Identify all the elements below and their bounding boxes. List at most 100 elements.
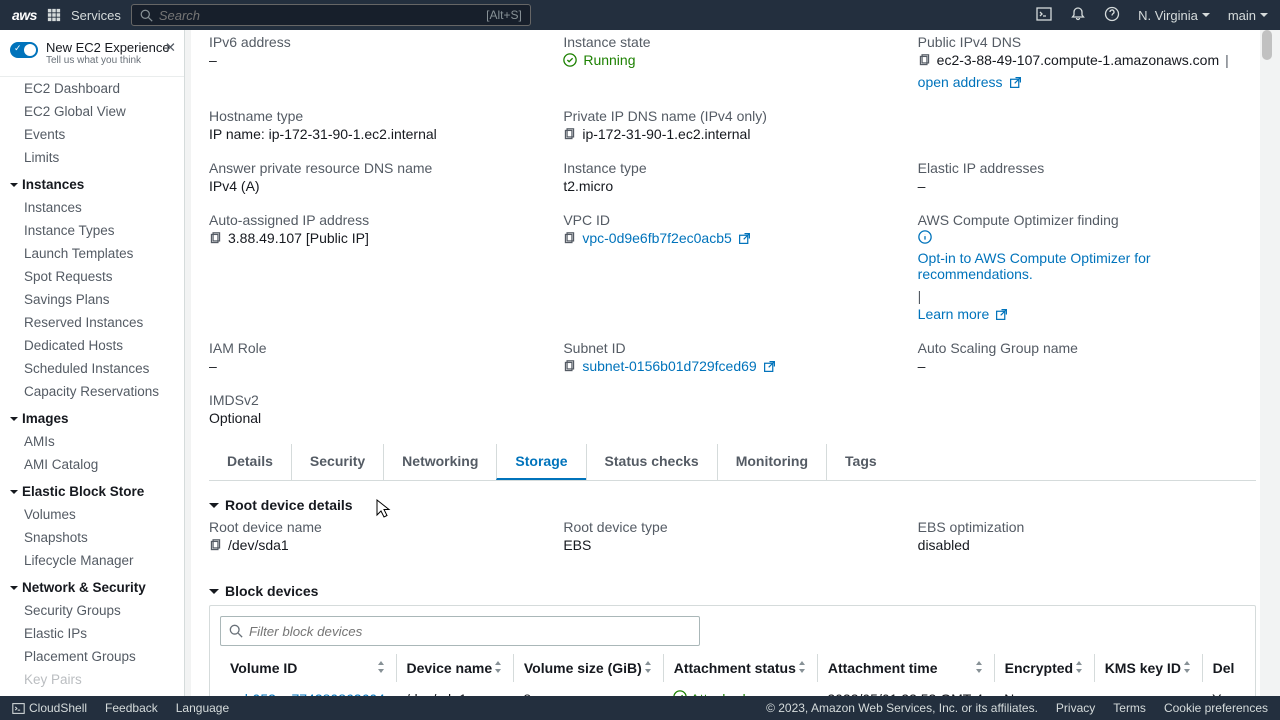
col-encrypted[interactable]: Encrypted [994,654,1094,682]
sidebar-item-snapshots[interactable]: Snapshots [0,526,184,549]
sidebar-item-events[interactable]: Events [0,123,184,146]
col-kms[interactable]: KMS key ID [1094,654,1202,682]
col-volume-size[interactable]: Volume size (GiB) [513,654,663,682]
tab-networking[interactable]: Networking [383,444,496,480]
tab-monitoring[interactable]: Monitoring [717,444,826,480]
chevron-down-icon [209,589,219,599]
copy-icon[interactable] [563,128,576,141]
notifications-icon[interactable] [1070,6,1086,25]
aws-logo[interactable]: aws [12,7,37,23]
region-selector[interactable]: N. Virginia [1138,8,1210,23]
block-devices-header[interactable]: Block devices [209,577,1256,605]
eip-label: Elastic IP addresses [918,160,1256,176]
col-delete-on-term[interactable]: Del [1202,654,1245,682]
sidebar-item-scheduled-instances[interactable]: Scheduled Instances [0,357,184,380]
cell-kms: – [1094,682,1202,696]
sidebar-item-global-view[interactable]: EC2 Global View [0,100,184,123]
sidebar-item-lifecycle-manager[interactable]: Lifecycle Manager [0,549,184,572]
sidebar-item-limits[interactable]: Limits [0,146,184,169]
block-devices-filter[interactable] [220,616,700,646]
state-value: Running [583,52,635,68]
vpc-link[interactable]: vpc-0d9e6fb7f2ec0acb5 [582,230,731,246]
eip-value: – [918,178,1256,194]
sidebar-item-volumes[interactable]: Volumes [0,503,184,526]
type-label: Instance type [563,160,901,176]
vertical-scrollbar[interactable] [1260,30,1274,696]
services-grid-icon[interactable] [47,8,61,22]
sidebar-item-savings-plans[interactable]: Savings Plans [0,288,184,311]
cell-time: 2023/05/01 23:53 GMT-4 [817,682,994,696]
ipv6-value: – [209,52,547,68]
privdns-value: ip-172-31-90-1.ec2.internal [582,126,750,142]
co-link[interactable]: Opt-in to AWS Compute Optimizer for reco… [918,250,1256,282]
cell-size: 8 [513,682,663,696]
cloudshell-link[interactable]: CloudShell [12,701,87,715]
sidebar-item-launch-templates[interactable]: Launch Templates [0,242,184,265]
close-icon[interactable]: ✕ [165,40,176,56]
sidebar-item-security-groups[interactable]: Security Groups [0,599,184,622]
language-link[interactable]: Language [176,701,229,715]
help-icon[interactable] [1104,6,1120,25]
tab-status-checks[interactable]: Status checks [586,444,717,480]
search-shortcut: [Alt+S] [486,8,522,22]
tab-security[interactable]: Security [291,444,383,480]
copy-icon[interactable] [563,232,576,245]
cookie-prefs-link[interactable]: Cookie preferences [1164,701,1268,715]
sidebar-item-key-pairs[interactable]: Key Pairs [0,668,184,691]
learn-more-link[interactable]: Learn more [918,306,990,322]
new-experience-toggle[interactable]: ✓ [10,42,38,58]
col-device-name[interactable]: Device name [396,654,513,682]
tab-storage[interactable]: Storage [496,444,585,480]
tab-tags[interactable]: Tags [826,444,895,480]
tab-details[interactable]: Details [209,444,291,480]
col-attach-status[interactable]: Attachment status [663,654,817,682]
sidebar-item-elastic-ips[interactable]: Elastic IPs [0,622,184,645]
sidebar-section-images[interactable]: Images [0,403,184,430]
type-value: t2.micro [563,178,901,194]
sidebar-item-capacity-reservations[interactable]: Capacity Reservations [0,380,184,403]
sidebar-item-dashboard[interactable]: EC2 Dashboard [0,77,184,100]
sidebar-item-spot-requests[interactable]: Spot Requests [0,265,184,288]
sidebar-item-placement-groups[interactable]: Placement Groups [0,645,184,668]
col-attach-time[interactable]: Attachment time [817,654,994,682]
copy-icon[interactable] [209,232,222,245]
copy-icon[interactable] [209,539,222,552]
feedback-link[interactable]: Feedback [105,701,158,715]
sidebar-item-ami-catalog[interactable]: AMI Catalog [0,453,184,476]
col-volume-id[interactable]: Volume ID [220,654,396,682]
sidebar-item-dedicated-hosts[interactable]: Dedicated Hosts [0,334,184,357]
search-input[interactable] [159,8,486,23]
copy-icon[interactable] [563,360,576,373]
ans-value: IPv4 (A) [209,178,547,194]
external-link-icon [738,232,751,245]
sidebar-section-instances[interactable]: Instances [0,169,184,196]
block-filter-input[interactable] [249,624,691,639]
sidebar-item-instances[interactable]: Instances [0,196,184,219]
ans-label: Answer private resource DNS name [209,160,547,176]
root-type-value: EBS [563,537,901,553]
copyright-text: © 2023, Amazon Web Services, Inc. or its… [766,701,1038,715]
sidebar-item-instance-types[interactable]: Instance Types [0,219,184,242]
copy-icon[interactable] [918,54,931,67]
sidebar-section-network-security[interactable]: Network & Security [0,572,184,599]
cloudshell-icon[interactable] [1036,6,1052,25]
terms-link[interactable]: Terms [1113,701,1146,715]
sidebar-item-reserved-instances[interactable]: Reserved Instances [0,311,184,334]
global-search[interactable]: [Alt+S] [131,4,531,26]
open-address-link[interactable]: open address [918,74,1003,90]
privdns-label: Private IP DNS name (IPv4 only) [563,108,901,124]
root-device-header[interactable]: Root device details [209,491,1256,519]
privacy-link[interactable]: Privacy [1056,701,1095,715]
subnet-link[interactable]: subnet-0156b01d729fced69 [582,358,756,374]
sidebar-section-ebs[interactable]: Elastic Block Store [0,476,184,503]
sidebar: ✓ New EC2 Experience Tell us what you th… [0,30,185,696]
search-icon [229,624,243,638]
external-link-icon [1009,76,1022,89]
services-link[interactable]: Services [71,8,121,23]
sidebar-item-amis[interactable]: AMIs [0,430,184,453]
search-icon [140,9,153,22]
new-exp-subtitle[interactable]: Tell us what you think [46,55,170,66]
asg-value: – [918,358,1256,374]
account-selector[interactable]: main [1228,8,1268,23]
root-name-label: Root device name [209,519,547,535]
